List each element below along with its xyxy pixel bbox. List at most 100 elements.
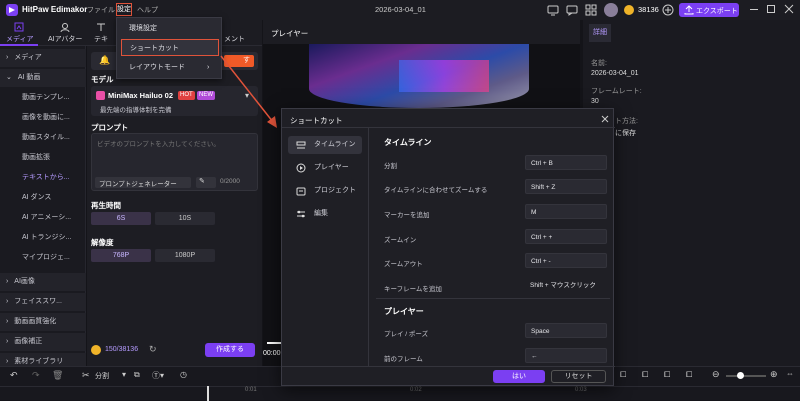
text-tool-icon[interactable]: Ⓣ▾ [152,370,164,381]
zoom-slider[interactable] [726,375,766,377]
split-label[interactable]: 分割 [95,371,109,381]
export-button[interactable]: エクスポート [679,3,739,17]
prompt-input[interactable]: ビデオのプロンプトを入力してください。 プロンプトジェネレーター ✎ 0/200… [91,133,258,191]
redo-icon[interactable]: ↷ [32,370,40,381]
nav-ai-video-label: AI 動画 [17,74,41,81]
reset-button[interactable]: リセット [551,370,606,383]
menu-preferences[interactable]: 環境設定 [121,20,219,37]
dialog-nav-timeline[interactable]: タイムライン [288,136,362,154]
dialog-nav-player-label: プレイヤー [314,164,349,171]
undo-icon[interactable]: ↶ [10,370,18,381]
style-dropdown[interactable]: ✎ [196,177,216,188]
timeline-tool-icon[interactable]: ⧠ [686,370,692,380]
details-tab[interactable]: 詳細 [589,24,611,42]
sliders-icon [297,210,305,218]
shortcut-key-field[interactable]: Space [525,323,607,338]
crop-icon[interactable]: ⧉ [134,370,140,380]
refresh-icon[interactable]: ↻ [149,344,157,355]
timeline-tool-icon[interactable]: ⧠ [642,370,648,380]
close-icon[interactable] [784,4,794,14]
message-icon[interactable] [566,4,578,16]
prompt-generator-button[interactable]: プロンプトジェネレーター [95,177,191,188]
nav-ai-dance[interactable]: AI ダンス [0,189,86,207]
tab-text[interactable]: テキ [90,20,116,46]
create-button[interactable]: 作成する [205,343,255,357]
tab-ai-avatar[interactable]: AIアバター [44,20,86,46]
plus-icon[interactable] [662,4,674,16]
duration-6s[interactable]: 6S [91,212,151,225]
nav-text-to-video[interactable]: テキストから... [0,169,86,187]
zoom-slider-handle[interactable] [737,372,744,379]
shortcut-key-field[interactable]: Ctrl + - [525,253,607,268]
playhead[interactable] [207,386,209,401]
nav-face-swap-label: フェイススワ... [14,298,62,305]
shortcut-key-field[interactable]: Ctrl + + [525,229,607,244]
coin-icon [624,5,634,15]
fit-icon[interactable]: ⇔ [786,369,794,378]
framerate-value: 30 [591,98,599,105]
duration-10s[interactable]: 10S [155,212,215,225]
player-progress[interactable] [267,342,281,344]
menu-settings[interactable]: 設定 [116,3,132,16]
nav-video-style[interactable]: 動画スタイル... [0,129,86,147]
shortcut-label: マーカーを追加 [384,212,430,219]
maximize-icon[interactable] [767,5,775,13]
shortcut-row: タイムラインに合わせてズームする Shift + Z [370,178,615,202]
nav-my-projects[interactable]: マイプロジェ... [0,249,86,267]
grid-icon[interactable] [585,4,597,16]
shortcut-label: キーフレームを追加 [384,286,442,293]
zoom-in-icon[interactable]: ⊕ [770,369,778,380]
zoom-out-icon[interactable]: ⊖ [712,369,720,380]
nav-media[interactable]: › メディア [0,49,86,67]
prompt-generator-label: プロンプトジェネレーター [99,181,177,188]
tab-media[interactable]: メディア [0,20,38,46]
resolution-1080p[interactable]: 1080P [155,249,215,262]
nav-video-expand[interactable]: 動画拡張 [0,149,86,167]
ok-button[interactable]: はい [493,370,545,383]
timeline-tool-icon[interactable]: ⧠ [664,370,670,380]
delete-icon[interactable]: 🗑 [52,370,63,381]
shortcut-key-field[interactable]: Shift + Z [525,179,607,194]
nav-face-swap[interactable]: › フェイススワ... [0,293,86,311]
project-icon [296,187,306,196]
close-icon[interactable] [601,115,609,123]
chevron-right-icon: › [6,318,9,325]
dialog-nav-edit[interactable]: 編集 [288,205,362,223]
dialog-nav-player[interactable]: プレイヤー [288,159,362,177]
timeline-tool-icon[interactable]: ⧠ [620,370,626,380]
shortcut-key-field[interactable]: ← [525,348,607,363]
dialog-nav-timeline-label: タイムライン [314,141,356,148]
nav-ai-animation[interactable]: AI アニメーシ... [0,209,86,227]
avatar[interactable] [604,3,618,17]
nav-image-to-video[interactable]: 画像を動画に... [0,109,86,127]
shortcut-key-field[interactable]: M [525,204,607,219]
nav-ai-image[interactable]: › AI画像 [0,273,86,291]
menu-file[interactable]: ファイル [87,5,115,15]
shortcut-label: プレイ / ポーズ [384,331,429,338]
monitor-icon[interactable] [547,4,559,16]
hot-badge: HOT [178,91,195,100]
menu-layout-mode[interactable]: レイアウトモード › [121,59,219,76]
nav-ai-transition[interactable]: AI トランジシ... [0,229,86,247]
nav-ai-video[interactable]: ⌄ AI 動画 [0,69,86,87]
video-frame [309,44,529,108]
shortcut-row: マーカーを追加 M [370,203,615,227]
shortcut-key-field[interactable]: Ctrl + B [525,155,607,170]
player-header: プレイヤー [263,20,580,44]
dialog-nav-project[interactable]: プロジェクト [288,182,362,200]
tab-element[interactable]: メント [222,20,260,46]
menu-shortcuts[interactable]: ショートカット [121,39,219,56]
nav-video-enhance[interactable]: › 動画画質強化 [0,313,86,331]
tab-element-label: メント [224,36,245,43]
nav-video-template[interactable]: 動画テンプレ... [0,89,86,107]
minimize-icon[interactable] [750,9,758,10]
menu-help[interactable]: ヘルプ [137,5,158,15]
split-options-icon[interactable]: ▾ [122,370,126,379]
scissors-icon[interactable]: ✂ [82,370,90,381]
chevron-right-icon: › [6,54,9,61]
framerate-label: フレームレート: [591,88,642,95]
speed-icon[interactable]: ◷ [180,370,187,379]
nav-image-correction[interactable]: › 画像補正 [0,333,86,351]
resolution-768p[interactable]: 768P [91,249,151,262]
shortcut-row: ズームイン Ctrl + + [370,228,615,252]
